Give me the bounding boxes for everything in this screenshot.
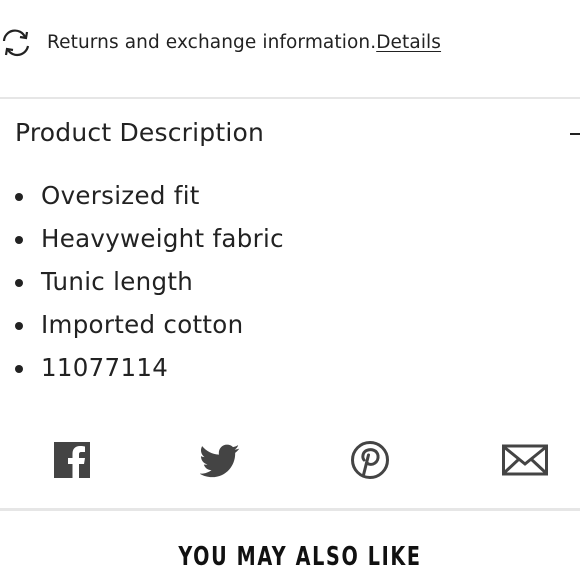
divider — [0, 508, 580, 511]
list-item-text: Heavyweight fabric — [41, 224, 284, 253]
list-item-text: Oversized fit — [41, 181, 200, 210]
collapse-minus-icon[interactable] — [570, 133, 580, 135]
list-item: Imported cotton — [0, 306, 580, 349]
returns-details-link[interactable]: Details — [376, 32, 441, 53]
share-row — [0, 440, 580, 482]
email-icon[interactable] — [502, 440, 548, 480]
pinterest-icon[interactable] — [350, 440, 390, 480]
bullet-icon — [15, 236, 23, 244]
divider — [0, 97, 580, 99]
list-item-text: 11077114 — [41, 353, 169, 382]
product-description-header[interactable]: Product Description — [0, 112, 580, 158]
bullet-icon — [15, 322, 23, 330]
returns-info-text: Returns and exchange information.Details — [47, 32, 441, 53]
bullet-icon — [15, 279, 23, 287]
list-item: Tunic length — [0, 263, 580, 306]
returns-info-label: Returns and exchange information. — [47, 32, 377, 53]
section-title: Product Description — [15, 118, 265, 147]
list-item: 11077114 — [0, 349, 580, 392]
bullet-icon — [15, 365, 23, 373]
product-description-list: Oversized fit Heavyweight fabric Tunic l… — [0, 177, 580, 392]
list-item-text: Imported cotton — [41, 310, 244, 339]
list-item: Oversized fit — [0, 177, 580, 220]
list-item-text: Tunic length — [41, 267, 194, 296]
refresh-arrows-icon — [0, 28, 36, 58]
you-may-also-like-heading: YOU MAY ALSO LIKE — [178, 542, 422, 572]
returns-exchange-row: Returns and exchange information.Details — [0, 24, 580, 62]
twitter-icon[interactable] — [199, 440, 240, 480]
list-item: Heavyweight fabric — [0, 220, 580, 263]
facebook-icon[interactable] — [54, 440, 90, 480]
bullet-icon — [15, 193, 23, 201]
